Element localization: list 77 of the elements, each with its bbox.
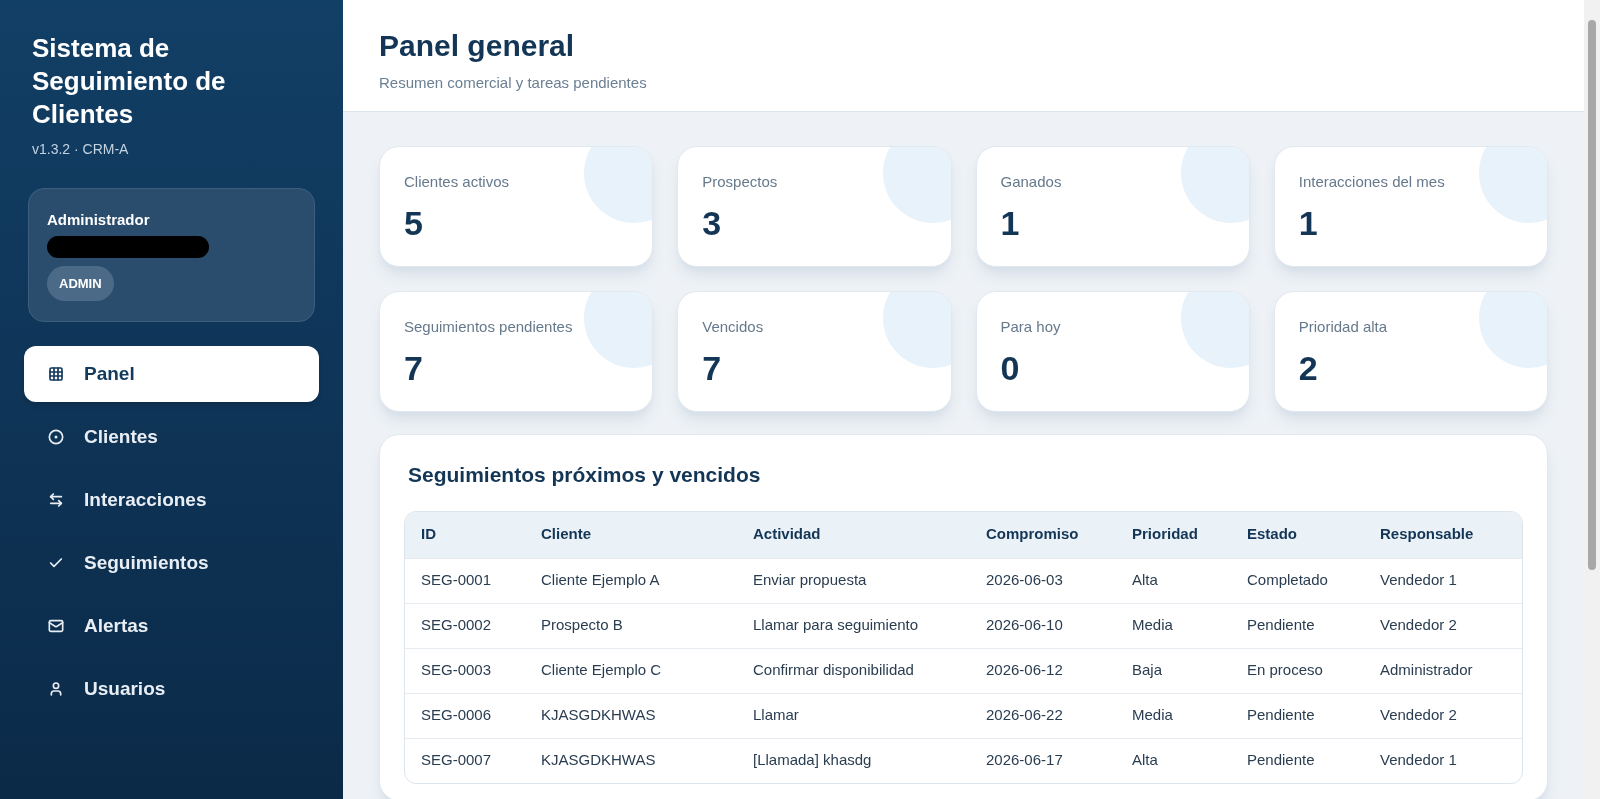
nav-item[interactable]: Clientes [24, 409, 319, 465]
scrollbar[interactable] [1584, 0, 1600, 799]
column-header: Prioridad [1132, 524, 1199, 545]
table-cell-text: SEG-0007 [421, 750, 493, 771]
column-header: ID [421, 524, 437, 545]
table-cell-text: SEG-0001 [421, 570, 493, 591]
table-cell-text: [Llamada] khasdg [753, 750, 873, 771]
stat-value: 7 [702, 347, 723, 389]
table-cell-text: 2026-06-17 [986, 750, 1064, 771]
nav-item[interactable]: Interacciones [24, 472, 319, 528]
table-cell-text: 2026-06-03 [986, 570, 1064, 591]
table-cell-text: Media [1132, 615, 1174, 636]
table-cell-text: Enviar propuesta [753, 570, 868, 591]
stat-value: 5 [404, 202, 424, 244]
user-role: Administrador [47, 210, 150, 230]
column-header: Responsable [1380, 524, 1475, 545]
mail-icon [48, 618, 64, 634]
stat-label: Vencidos [702, 317, 765, 337]
table-cell-text: Cliente Ejemplo C [541, 660, 663, 681]
grid-icon [48, 366, 64, 382]
stat-label: Ganados [1000, 172, 1063, 192]
table-cell-text: Pendiente [1247, 615, 1316, 636]
table-cell-text: Alta [1132, 750, 1159, 771]
table-cell-text: Completado [1247, 570, 1329, 591]
column-header: Compromiso [986, 524, 1080, 545]
column-header: Cliente [541, 524, 592, 545]
nav-item[interactable]: Seguimientos [24, 535, 319, 591]
stat-label: Prospectos [702, 172, 779, 192]
column-header: Estado [1247, 524, 1298, 545]
stat-value: 7 [404, 347, 424, 389]
nav-item[interactable]: Alertas [24, 598, 319, 654]
table-cell-text: 2026-06-22 [986, 705, 1064, 726]
circle-icon [48, 429, 64, 445]
table-cell-text: Vendedor 1 [1380, 570, 1458, 591]
table-cell-text: Confirmar disponibilidad [753, 660, 915, 681]
table-cell-text: Pendiente [1247, 750, 1316, 771]
app-title: Sistema de Seguimiento de Clientes [31, 32, 227, 131]
user-icon [48, 681, 64, 697]
role-badge: ADMIN [47, 265, 114, 301]
table-cell-text: Pendiente [1247, 705, 1316, 726]
table-cell-text: KJASGDKHWAS [541, 705, 657, 726]
section-title: Seguimientos próximos y vencidos [407, 462, 762, 488]
table-cell-text: Administrador [1380, 660, 1474, 681]
stat-value: 1 [1298, 202, 1319, 244]
table-cell-text: SEG-0002 [421, 615, 493, 636]
stat-label: Clientes activos [404, 172, 511, 192]
table-cell-text: 2026-06-12 [986, 660, 1064, 681]
table-cell-text: Cliente Ejemplo A [541, 570, 661, 591]
table-cell-text: Media [1132, 705, 1174, 726]
column-header: Actividad [753, 524, 822, 545]
stat-value: 3 [702, 202, 723, 244]
table-cell-text: Vendedor 2 [1380, 615, 1458, 636]
table-cell-text: SEG-0003 [421, 660, 493, 681]
table-cell-text: Vendedor 1 [1380, 750, 1458, 771]
page-subtitle: Resumen comercial y tareas pendientes [379, 73, 648, 93]
stat-label: Para hoy [1000, 317, 1062, 337]
table-cell-text: Prospecto B [541, 615, 624, 636]
table-cell-text: En proceso [1247, 660, 1324, 681]
stat-label: Prioridad alta [1298, 317, 1389, 337]
table-cell-text: Alta [1132, 570, 1159, 591]
stat-value: 2 [1298, 347, 1319, 389]
stat-label: Interacciones del mes [1298, 172, 1446, 192]
table-cell-text: SEG-0006 [421, 705, 493, 726]
stat-label: Seguimientos pendientes [404, 317, 574, 337]
table-cell-text: Llamar para seguimiento [753, 615, 920, 636]
table-cell-text: Baja [1132, 660, 1164, 681]
stat-value: 1 [1000, 202, 1021, 244]
table-cell-text: Llamar [753, 705, 800, 726]
table-cell-text: KJASGDKHWAS [541, 750, 657, 771]
version-text: v1.3.2 · CRM-A [31, 140, 130, 159]
page-title: Panel general [379, 28, 576, 64]
table-cell-text: Vendedor 2 [1380, 705, 1458, 726]
table-cell-text: 2026-06-10 [986, 615, 1064, 636]
stat-value: 0 [1000, 347, 1021, 389]
nav-item[interactable]: Panel [24, 346, 319, 402]
nav-item[interactable]: Usuarios [24, 661, 319, 717]
arrows-icon [48, 492, 64, 508]
